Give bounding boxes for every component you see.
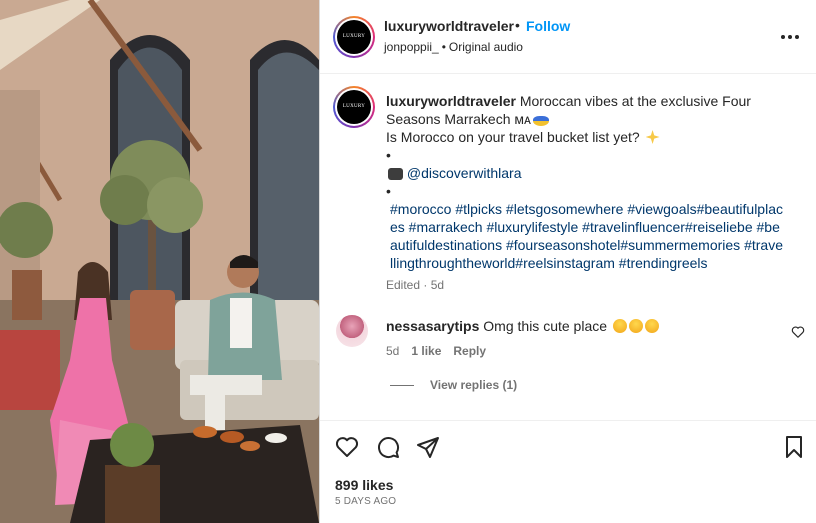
commenter-avatar[interactable] (336, 315, 368, 347)
caption-bullet: • (386, 183, 391, 199)
post-header: LUXURY WORLD TRAVELER luxuryworldtravele… (320, 0, 816, 74)
heart-eyes-emoji-icon (644, 319, 659, 333)
separator-dot: • (515, 17, 520, 33)
replies-divider (390, 385, 414, 387)
caption-avatar[interactable]: LUXURY WORLD TRAVELER (333, 86, 375, 128)
comment-body: Omg this cute place (483, 318, 608, 334)
caption-bullet: • (386, 147, 391, 163)
flag-emoji-icon (532, 116, 549, 126)
camera-emoji-icon (388, 168, 403, 180)
comment-icon[interactable] (376, 435, 400, 459)
comment-meta: 5d 1 like Reply (386, 344, 498, 358)
hashtag-list[interactable]: #morocco #tlpicks #letsgosomewhere #view… (386, 200, 786, 272)
view-replies-button[interactable]: View replies (1) (390, 378, 517, 392)
post-subtitle: jonpoppii_ • Original audio (384, 40, 523, 54)
caption-username[interactable]: luxuryworldtraveler (386, 93, 516, 109)
post-panel: LUXURY WORLD TRAVELER luxuryworldtravele… (319, 0, 816, 523)
heart-icon[interactable] (335, 435, 359, 459)
author-avatar[interactable]: LUXURY WORLD TRAVELER (333, 16, 375, 58)
subtitle-separator: • (441, 40, 446, 54)
heart-eyes-emoji-icon (628, 319, 643, 333)
caption-text: luxuryworldtraveler Moroccan vibes at th… (386, 92, 786, 272)
bookmark-icon[interactable] (782, 435, 806, 459)
audio-label[interactable]: Original audio (449, 40, 523, 54)
heart-eyes-emoji-icon (612, 319, 627, 333)
collab-username[interactable]: jonpoppii_ (384, 40, 439, 54)
avatar-logo: LUXURY WORLD TRAVELER (337, 20, 371, 54)
follow-button[interactable]: Follow (526, 18, 570, 34)
commenter-username[interactable]: nessasarytips (386, 318, 479, 334)
caption-line-2: Is Morocco on your travel bucket list ye… (386, 129, 640, 145)
mention-link[interactable]: @discoverwithlara (407, 165, 522, 181)
comment-age: 5d (386, 344, 400, 358)
avatar-logo: LUXURY WORLD TRAVELER (337, 90, 371, 124)
airplane-emoji-icon (645, 130, 660, 144)
share-icon[interactable] (416, 435, 440, 459)
comment-likes[interactable]: 1 like (411, 344, 441, 358)
comment-item: nessasarytips Omg this cute place 5d 1 li… (320, 312, 816, 372)
view-replies-label: View replies (1) (430, 378, 518, 392)
comment-like-icon[interactable] (791, 325, 805, 339)
post-media[interactable] (0, 0, 319, 523)
like-count[interactable]: 899 likes (335, 477, 393, 493)
more-icon[interactable] (781, 30, 799, 44)
reply-button[interactable]: Reply (453, 344, 486, 358)
comment-text: nessasarytips Omg this cute place (386, 318, 659, 334)
author-username[interactable]: luxuryworldtraveler (384, 18, 514, 34)
edited-timestamp: Edited · 5d (386, 278, 445, 292)
post-photo (0, 0, 319, 523)
post-date: 5 DAYS AGO (335, 496, 397, 507)
action-bar: 899 likes 5 DAYS AGO (320, 420, 816, 523)
